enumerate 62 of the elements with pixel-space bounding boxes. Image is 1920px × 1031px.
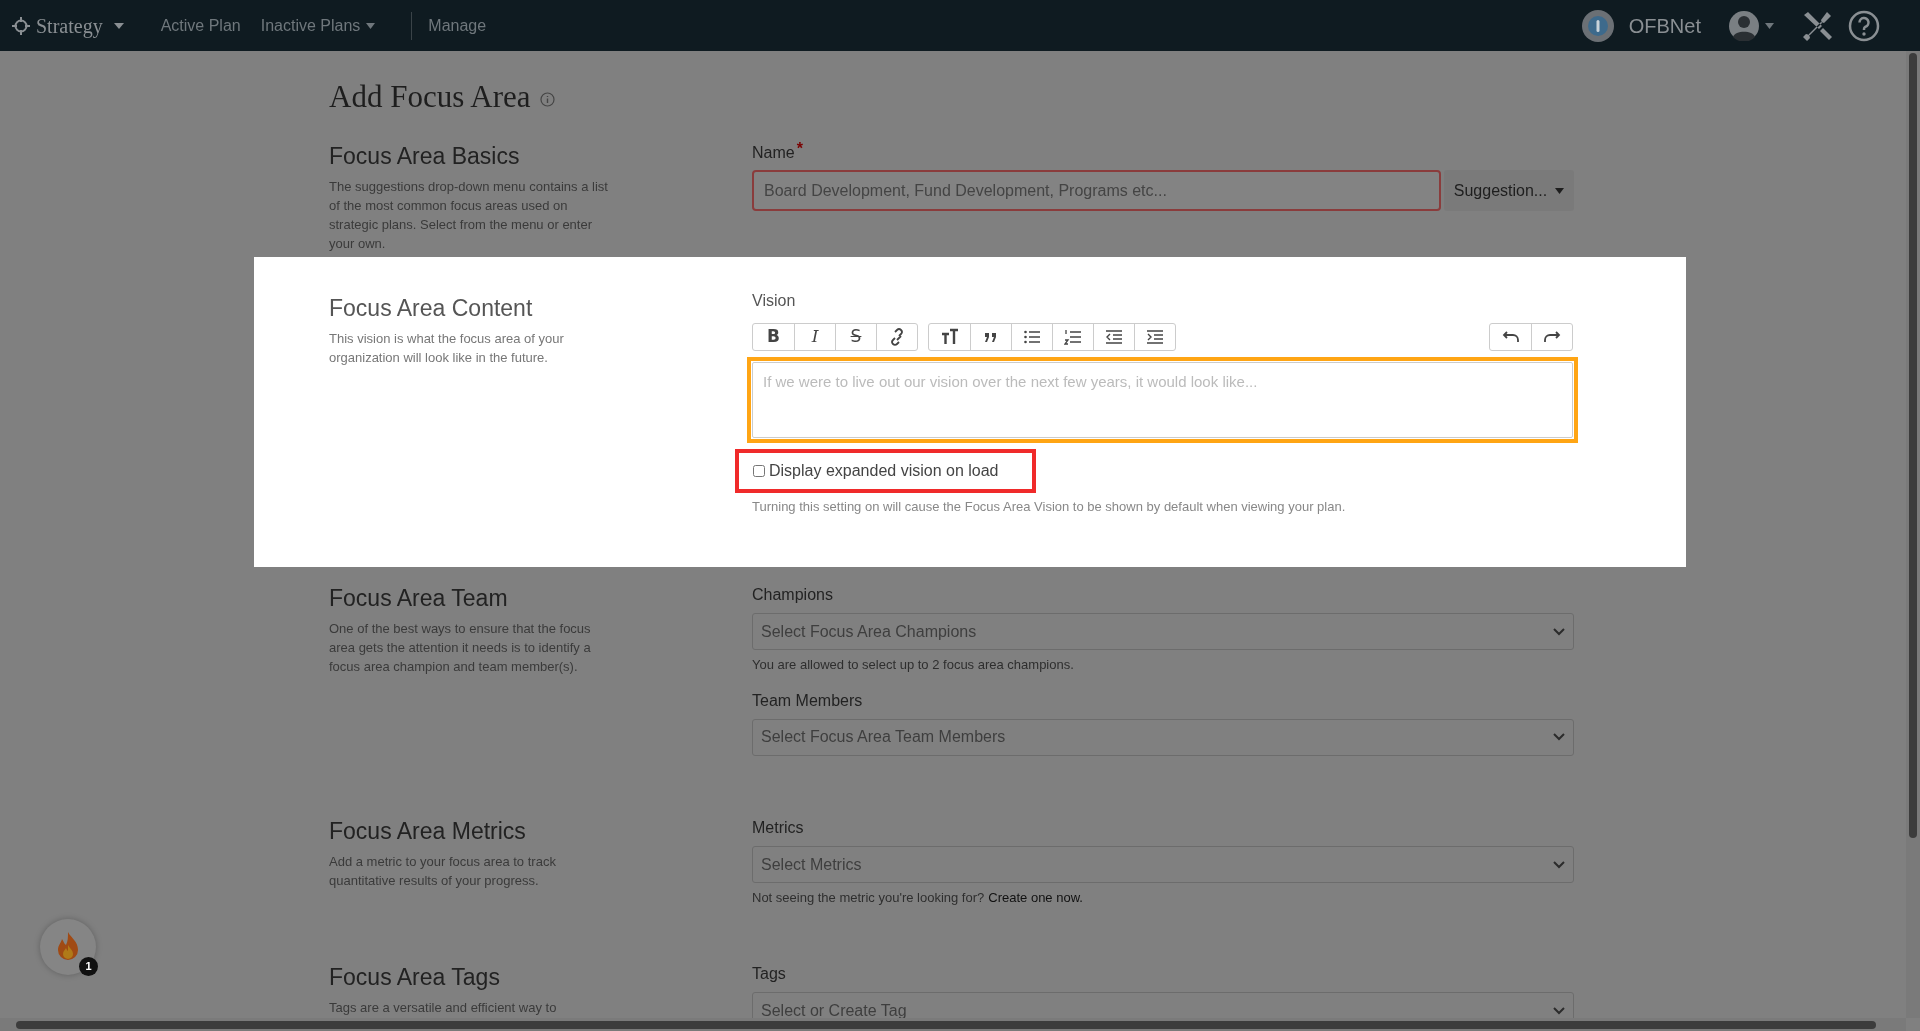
strategy-menu[interactable]: Strategy [12,10,125,41]
help-text: Not seeing the metric you're looking for? [752,889,985,907]
nav-link[interactable]: Active Plan [160,13,241,38]
indent-icon [1146,328,1164,346]
name-input-field[interactable]: Board Development, Fund Development, Programs etc... [752,170,1441,211]
chevron-down-icon [1553,1006,1565,1015]
suggestion-button[interactable]: Suggestion... [1444,170,1574,211]
display-expanded-checkbox[interactable] [753,465,765,477]
vertical-scrollbar[interactable] [1906,51,1920,1018]
horizontal-scrollbar[interactable] [0,1018,1906,1031]
help-text: Turning this setting on will cause the Focus Area Vision to be shown by default when viewing your plan. [752,498,1347,516]
chevron-down-icon [1553,860,1565,869]
organization-name[interactable]: OFBNet [1628,10,1701,41]
help-icon[interactable] [1848,9,1880,42]
vision-editor[interactable]: If we were to live out our vision over the next few years, it would look like... [752,362,1573,438]
field-label: Champions [752,585,834,605]
field-label: Tags [752,964,787,984]
section-description: Add a metric to your focus area to track quantitative results of your progress. [329,853,557,890]
create-metric-link[interactable]: Create one now. [988,888,1083,908]
numbered-list-icon [1064,328,1082,346]
required-asterisk: * [796,139,803,159]
crosshair-icon [12,16,30,35]
text-size-icon [940,328,959,346]
field-label: Team Members [752,690,864,711]
chevron-down-icon [1553,733,1565,741]
section-heading: Focus Area Tags [329,963,501,992]
toolbar-button[interactable]: I [794,324,835,350]
checkbox-label[interactable]: Display expanded vision on load [769,459,999,483]
section-heading: Focus Area Basics [329,142,521,171]
field-label: Name [752,143,795,163]
caret-icon [112,21,125,30]
help-text: You are allowed to select up to 2 focus area champions. [752,656,1075,674]
field-label: Vision [752,291,797,311]
section-description: Tags are a versatile and efficient way to [329,999,558,1017]
section-description: One of the best ways to ensure that the focus area gets the attention it needs is to identify a focus area champion and team member(s). [329,620,592,676]
link-icon [888,328,906,346]
section-description: This vision is what the focus area of your organization will look like in the future. [329,330,565,367]
section-heading: Focus Area Team [329,584,509,613]
field-label: Metrics [752,818,805,838]
notification-widget[interactable]: 1 [40,919,96,975]
page-title: Add Focus Area [329,77,531,116]
select-field[interactable]: Select Focus Area Team Members [752,718,1574,756]
bulleted-list-icon [1023,328,1041,346]
chevron-down-icon [1553,627,1565,636]
info-icon[interactable] [540,91,556,107]
org-logo-icon [1580,8,1615,43]
caret-icon [366,22,376,29]
caret-icon [1555,187,1565,194]
toolbar-button[interactable]: S [835,324,876,350]
nav-link[interactable]: Manage [428,13,487,38]
outdent-icon [1105,328,1123,346]
avatar-icon [1729,10,1759,41]
section-heading: Focus Area Content [329,294,534,323]
caret-icon [1765,22,1774,29]
section-heading: Focus Area Metrics [329,817,527,846]
user-menu[interactable] [1729,10,1774,41]
select-field[interactable]: Select Metrics [752,846,1574,883]
select-field[interactable]: Select Focus Area Champions [752,613,1574,650]
section-description: The suggestions drop-down menu contains a list of the most common focus areas used on strategic plans. Select from the menu or enter your own. [329,178,609,253]
nav-link[interactable]: Inactive Plans [260,13,376,38]
notification-count: 1 [79,957,98,976]
toolbar-button[interactable]: B [753,324,794,350]
